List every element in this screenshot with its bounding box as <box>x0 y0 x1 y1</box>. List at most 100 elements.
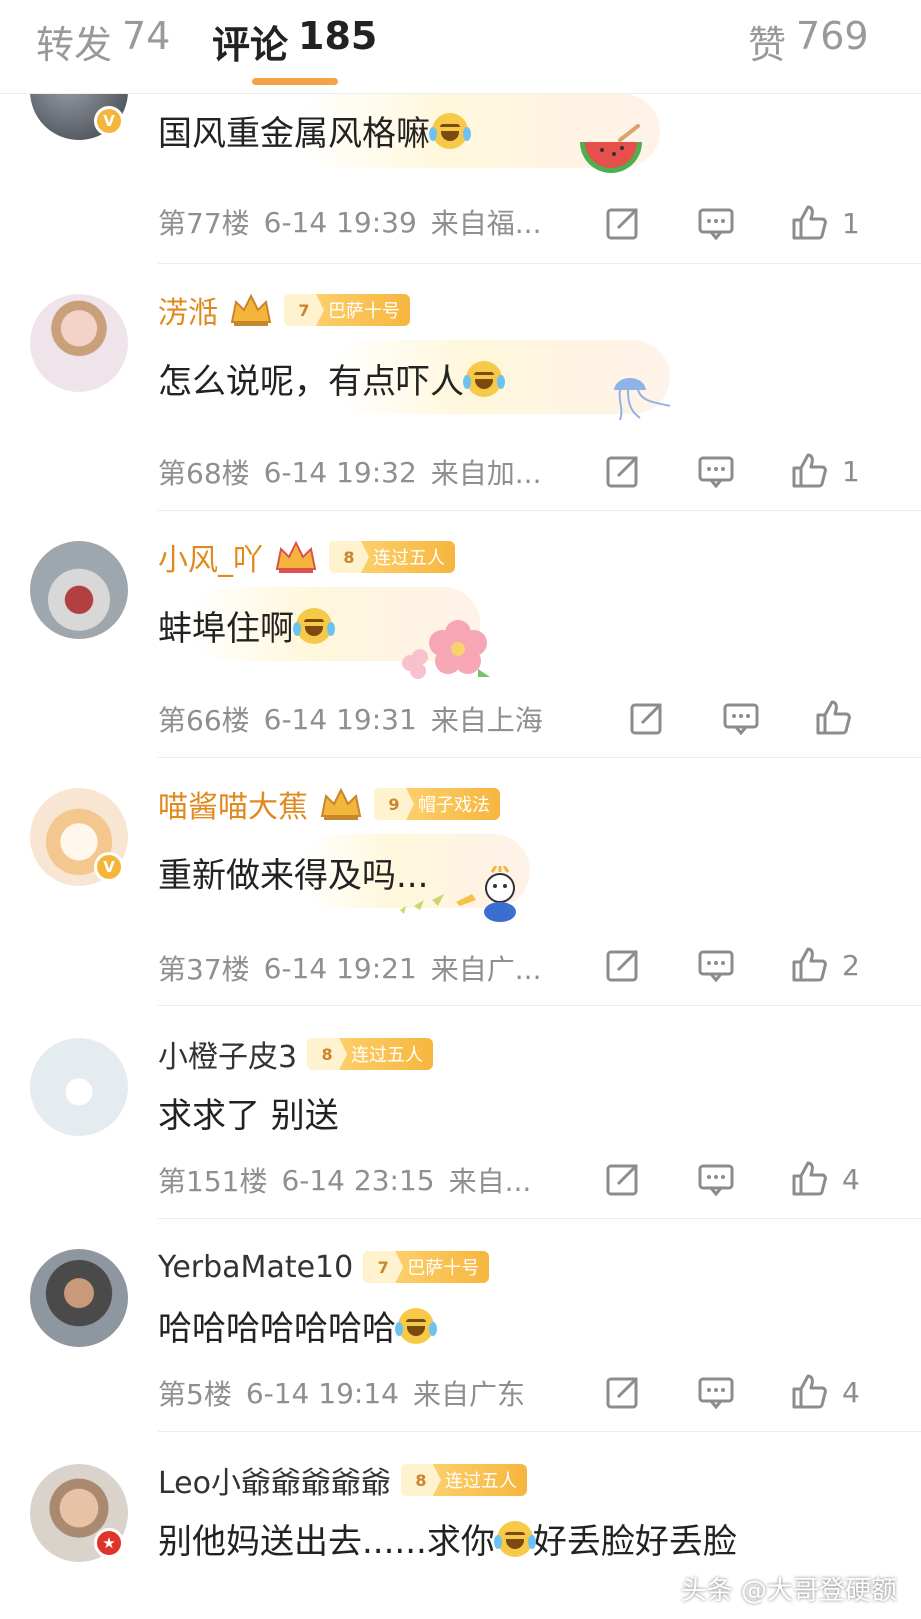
comment-location: 来自福... <box>430 207 542 240</box>
fan-badge[interactable]: 7 巴萨十号 <box>363 1251 490 1283</box>
fan-badge-label: 巴萨十号 <box>407 1258 480 1279</box>
comment-text: 求求了 别送 <box>158 1088 339 1137</box>
repost-button[interactable] <box>604 946 642 984</box>
reply-button[interactable] <box>697 452 735 490</box>
comment-meta: 第66楼 6-14 19:31 来自上海 <box>158 699 543 739</box>
tab-reposts[interactable]: 转发 74 <box>36 14 170 69</box>
like-button[interactable]: 4 <box>790 1160 860 1198</box>
tab-likes-label: 赞 <box>748 23 787 67</box>
comment-time: 6-14 19:31 <box>263 702 417 736</box>
repost-button[interactable] <box>604 452 642 490</box>
fan-badge[interactable]: 8 连过五人 <box>307 1038 434 1070</box>
comment-item: V 喵酱喵大蕉 9 帽子戏法 重新做来得及吗... 第37楼 6-14 19:2… <box>0 758 921 1006</box>
tab-reposts-label: 转发 <box>36 23 113 67</box>
like-icon <box>792 1374 827 1409</box>
comment-header: 小橙子皮3 8 连过五人 <box>158 1032 434 1076</box>
comment-meta: 第5楼 6-14 19:14 来自广东 <box>158 1373 525 1413</box>
comment-meta: 第77楼 6-14 19:39 来自福... <box>158 202 541 242</box>
like-icon <box>792 1161 827 1196</box>
comment-text-body: 蚌埠住啊 <box>158 609 294 649</box>
watermark: 头条 @大哥登硬额 <box>680 1576 897 1606</box>
comment-text: 蚌埠住啊 <box>158 601 335 650</box>
comment-location: 来自广... <box>430 953 542 986</box>
tab-likes[interactable]: 赞 769 <box>748 14 869 69</box>
floor-number: 第68楼 <box>158 457 250 490</box>
fan-badge[interactable]: 7 巴萨十号 <box>284 294 410 326</box>
crying-emoji <box>493 1520 536 1557</box>
reply-button[interactable] <box>697 1373 735 1411</box>
fan-level: 8 <box>307 1038 348 1070</box>
comment-meta: 第151楼 6-14 23:15 来自... <box>158 1160 531 1200</box>
comment-meta: 第37楼 6-14 19:21 来自广... <box>158 948 541 988</box>
like-icon <box>816 700 851 735</box>
comment-item: 淓湉 7 巴萨十号 怎么说呢，有点吓人 第68楼 6-14 19:32 来自加.… <box>0 264 921 511</box>
like-button[interactable]: 4 <box>790 1373 860 1411</box>
comment-text-body: 怎么说呢，有点吓人 <box>158 362 464 402</box>
like-count: 1 <box>842 454 860 488</box>
laugh-cry-emoji <box>463 360 505 397</box>
repost-button[interactable] <box>604 1373 642 1411</box>
repost-icon <box>606 1377 638 1409</box>
comment-text: 重新做来得及吗... <box>158 848 428 897</box>
comment-header: Leo小爺爺爺爺爺 8 连过五人 <box>158 1458 527 1502</box>
like-button[interactable]: 1 <box>790 452 860 490</box>
comment-icon <box>698 1377 734 1410</box>
verified-badge-icon: ★ <box>94 1528 124 1558</box>
username[interactable]: 喵酱喵大蕉 <box>158 782 308 826</box>
fan-badge[interactable]: 9 帽子戏法 <box>374 788 500 820</box>
repost-button[interactable] <box>604 204 642 242</box>
comment-icon <box>698 208 734 241</box>
verified-badge-icon: V <box>94 852 124 882</box>
comment-text: 别他妈送出去......求你 好丢脸好丢脸 <box>158 1514 737 1563</box>
reply-button[interactable] <box>697 946 735 984</box>
fan-badge[interactable]: 8 连过五人 <box>329 541 455 573</box>
username[interactable]: 淓湉 <box>158 288 218 332</box>
reply-button[interactable] <box>697 204 735 242</box>
comment-time: 6-14 19:21 <box>263 951 417 985</box>
fan-level: 8 <box>401 1464 441 1496</box>
flower-icon <box>402 620 490 679</box>
like-icon <box>792 205 827 240</box>
username[interactable]: 小风_吖 <box>158 535 263 579</box>
username[interactable]: 小橙子皮3 <box>158 1032 297 1076</box>
avatar[interactable] <box>30 541 128 639</box>
comment-text-body: 重新做来得及吗... <box>158 856 429 896</box>
tab-reposts-count: 74 <box>122 14 171 58</box>
avatar[interactable] <box>30 1038 128 1136</box>
comment-icon <box>698 1164 734 1197</box>
like-button[interactable]: 2 <box>790 946 860 984</box>
fan-badge[interactable]: 8 连过五人 <box>401 1464 527 1496</box>
avatar[interactable] <box>30 1249 128 1347</box>
fan-level: 7 <box>284 294 324 326</box>
avatar[interactable] <box>30 294 128 392</box>
floor-number: 第77楼 <box>158 207 250 240</box>
reply-button[interactable] <box>697 1160 735 1198</box>
username[interactable]: YerbaMate10 <box>158 1250 353 1285</box>
comment-item: 小橙子皮3 8 连过五人 求求了 别送 第151楼 6-14 23:15 来自.… <box>0 1006 921 1219</box>
comment-time: 6-14 19:32 <box>263 455 417 489</box>
reply-button[interactable] <box>722 699 760 737</box>
comment-text-body: 好丢脸好丢脸 <box>532 1522 737 1562</box>
username[interactable]: Leo小爺爺爺爺爺 <box>158 1458 391 1502</box>
laugh-cry-emoji <box>293 607 335 644</box>
fan-badge-label: 连过五人 <box>351 1045 424 1066</box>
verified-badge-icon: V <box>94 106 124 136</box>
crown-icon <box>275 540 317 573</box>
tab-comments[interactable]: 评论 185 <box>212 14 377 69</box>
comment-item: 小风_吖 8 连过五人 蚌埠住啊 第66楼 6-14 19:31 来自上海 <box>0 511 921 758</box>
like-icon <box>792 453 827 488</box>
laugh-cry-emoji <box>395 1307 437 1344</box>
floor-number: 第37楼 <box>158 953 250 986</box>
repost-button[interactable] <box>604 1160 642 1198</box>
like-icon <box>792 947 827 982</box>
floor-number: 第5楼 <box>158 1378 232 1411</box>
like-button[interactable]: 1 <box>790 204 860 242</box>
comment-location: 来自加... <box>430 457 542 490</box>
repost-button[interactable] <box>628 699 666 737</box>
comment-icon <box>698 456 734 489</box>
tab-comments-label: 评论 <box>212 23 289 67</box>
comment-header: YerbaMate10 7 巴萨十号 <box>158 1247 490 1287</box>
like-button[interactable] <box>814 699 852 737</box>
comment-text-body: 哈哈哈哈哈哈哈 <box>158 1309 396 1349</box>
fan-badge-label: 连过五人 <box>373 548 445 569</box>
